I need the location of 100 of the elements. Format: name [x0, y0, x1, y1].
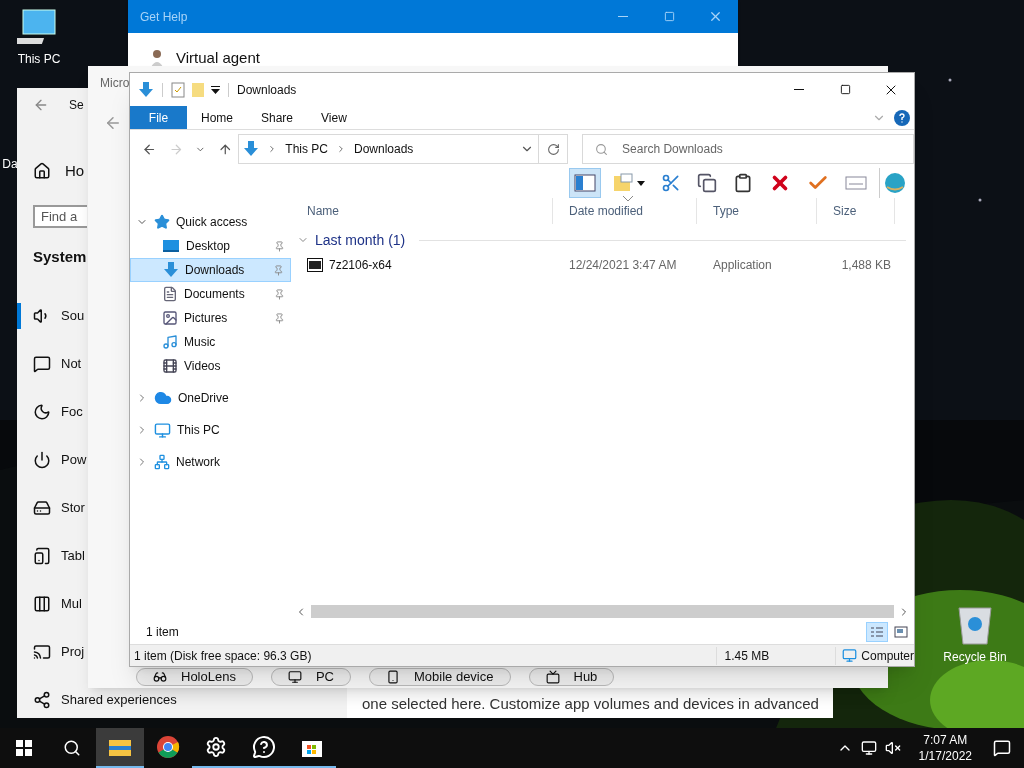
- device-button[interactable]: Mobile device: [369, 668, 511, 686]
- desktop-icon-label[interactable]: Da: [2, 155, 18, 173]
- taskbar-app[interactable]: [96, 728, 144, 768]
- settings-nav-item[interactable]: Foc: [17, 398, 83, 425]
- desktop-icon-label[interactable]: Recycle Bin: [943, 648, 1007, 666]
- properties-icon[interactable]: [171, 81, 185, 98]
- speaker-muted-icon[interactable]: [884, 740, 901, 756]
- breadcrumb[interactable]: Downloads: [354, 140, 414, 158]
- settings-nav-item[interactable]: Pow: [17, 446, 87, 473]
- group-header[interactable]: Last month (1): [291, 230, 914, 250]
- window-title: Get Help: [140, 8, 188, 26]
- tree-item[interactable]: OneDrive: [130, 386, 291, 410]
- monitor-icon: [154, 421, 171, 439]
- minimize-icon: [794, 89, 804, 90]
- picture-icon: [162, 310, 178, 326]
- breadcrumb[interactable]: This PC: [285, 140, 328, 158]
- pin-icon: [274, 240, 285, 252]
- clock[interactable]: 7:07 AM 1/17/2022: [910, 732, 980, 764]
- power-icon: [33, 450, 51, 469]
- settings-nav-item[interactable]: Shared experiences: [17, 686, 177, 713]
- cloud-icon: [154, 389, 172, 407]
- pin-icon: [274, 288, 285, 300]
- column-header[interactable]: Size: [817, 198, 895, 224]
- document-icon: [162, 286, 178, 302]
- item-count: 1 item: [146, 624, 179, 641]
- download-arrow-icon: [163, 261, 179, 279]
- network-icon[interactable]: [860, 740, 877, 756]
- settings-nav-item[interactable]: Not: [17, 350, 82, 377]
- device-button[interactable]: HoloLens: [136, 668, 253, 686]
- help-button[interactable]: [894, 109, 910, 126]
- address-bar[interactable]: This PC Downloads: [238, 134, 539, 164]
- desktop-icon-label[interactable]: This PC: [17, 50, 61, 68]
- ribbon-tab[interactable]: Home: [187, 106, 247, 129]
- chat-question-icon: [252, 735, 276, 759]
- tree-item[interactable]: This PC: [130, 418, 291, 442]
- settings-nav-item[interactable]: Proj: [17, 638, 85, 665]
- display-icon: [545, 670, 560, 684]
- status-text: Computer: [861, 647, 914, 665]
- tree-item[interactable]: Network: [130, 450, 291, 474]
- refresh-icon: [546, 142, 560, 156]
- tree-item[interactable]: Music: [130, 330, 291, 354]
- search-field[interactable]: Search Downloads: [582, 134, 914, 164]
- settings-nav-item[interactable]: Stor: [17, 494, 85, 521]
- device-button[interactable]: PC: [270, 668, 351, 686]
- star-icon: [154, 214, 170, 230]
- windows-logo-icon: [16, 740, 32, 756]
- section-heading: System: [33, 247, 87, 267]
- separator-icon: [336, 144, 346, 154]
- device-button[interactable]: Hub: [528, 668, 615, 686]
- folder-icon: [108, 737, 132, 757]
- tree-item[interactable]: Documents: [130, 282, 291, 306]
- tree-item[interactable]: Pictures: [130, 306, 291, 330]
- copy-icon: [697, 173, 717, 193]
- dropdown-icon[interactable]: [211, 85, 220, 94]
- tree-item[interactable]: Downloads: [130, 258, 291, 282]
- table-cell-text: 1,488 KB: [840, 257, 891, 274]
- goggles-icon: [153, 670, 167, 684]
- share-icon: [33, 690, 51, 709]
- home-link[interactable]: Ho: [65, 160, 85, 183]
- column-header[interactable]: Name: [291, 198, 553, 224]
- settings-nav-item[interactable]: Sou: [17, 302, 85, 329]
- search-field[interactable]: Find a: [33, 204, 87, 228]
- refresh-button[interactable]: [538, 134, 569, 164]
- download-arrow-icon: [138, 80, 154, 99]
- tree-item[interactable]: Videos: [130, 354, 291, 378]
- download-arrow-icon: [243, 140, 260, 158]
- phone-icon: [386, 670, 400, 684]
- settings-nav-item[interactable]: Tabl: [17, 542, 85, 569]
- settings-nav-item[interactable]: Mul: [17, 590, 82, 617]
- window-title: Se: [69, 97, 84, 114]
- monitor-icon: [287, 670, 302, 684]
- table-cell-text: 12/24/2021 3:47 AM: [568, 257, 678, 274]
- tree-item[interactable]: Quick access: [130, 210, 291, 234]
- minimize-icon: [618, 16, 628, 17]
- status-text: 1.45 MB: [716, 646, 837, 665]
- gear-icon: [205, 736, 227, 758]
- ribbon-tab[interactable]: View: [307, 106, 361, 129]
- monitor-icon: [842, 648, 858, 663]
- folder-icon: [613, 173, 633, 193]
- globe-icon: [884, 172, 906, 194]
- ribbon-tab[interactable]: Share: [247, 106, 308, 129]
- card-icon: [845, 175, 867, 191]
- body-text: one selected here. Customize app volumes and devices in advanced: [362, 693, 820, 714]
- caret-icon: [637, 180, 645, 186]
- details-view-button[interactable]: [866, 622, 888, 642]
- file-name[interactable]: 7z2106-x64: [291, 256, 553, 274]
- column-header[interactable]: Type: [697, 198, 817, 224]
- browser-icon: [156, 735, 180, 759]
- list-icon: [870, 626, 884, 638]
- maximize-icon: [839, 84, 851, 95]
- archive-icon: [307, 258, 323, 272]
- sort-caret-icon: [623, 196, 633, 201]
- scissors-icon: [661, 173, 681, 193]
- file-tab[interactable]: File: [130, 106, 187, 129]
- search-icon: [63, 739, 81, 757]
- columns-icon: [33, 594, 51, 613]
- pin-icon: [274, 312, 285, 324]
- tree-item[interactable]: Desktop: [130, 234, 291, 258]
- column-header[interactable]: Date modified: [553, 198, 697, 224]
- preview-pane-icon: [574, 174, 596, 192]
